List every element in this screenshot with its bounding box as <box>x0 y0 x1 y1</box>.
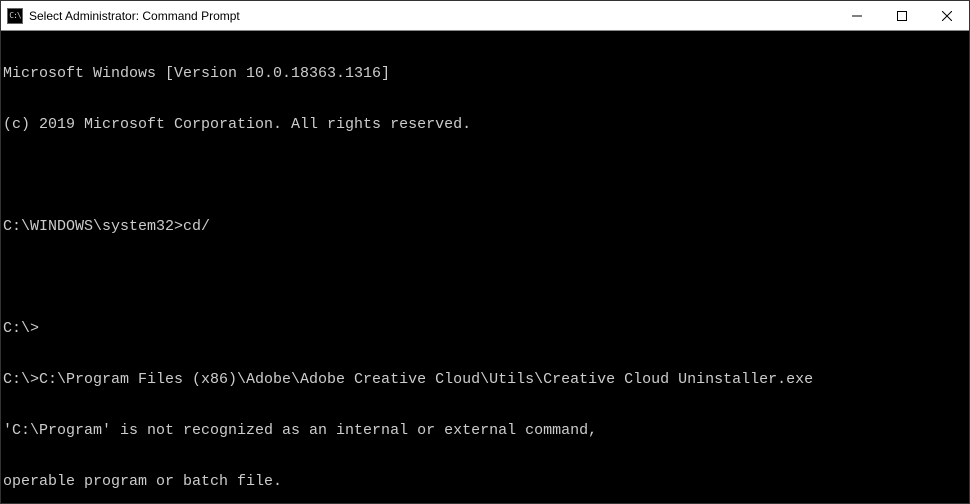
minimize-icon <box>852 11 862 21</box>
console-line: operable program or batch file. <box>3 473 967 490</box>
close-icon <box>942 11 952 21</box>
window-controls <box>834 1 969 30</box>
console-line: 'C:\Program' is not recognized as an int… <box>3 422 967 439</box>
maximize-button[interactable] <box>879 1 924 30</box>
cmd-icon: C:\ <box>7 8 23 24</box>
minimize-button[interactable] <box>834 1 879 30</box>
console-line: Microsoft Windows [Version 10.0.18363.13… <box>3 65 967 82</box>
close-button[interactable] <box>924 1 969 30</box>
console-line: C:\>C:\Program Files (x86)\Adobe\Adobe C… <box>3 371 967 388</box>
console-line: C:\WINDOWS\system32>cd/ <box>3 218 967 235</box>
console-line: (c) 2019 Microsoft Corporation. All righ… <box>3 116 967 133</box>
console-line <box>3 167 967 184</box>
maximize-icon <box>897 11 907 21</box>
titlebar[interactable]: C:\ Select Administrator: Command Prompt <box>1 1 969 31</box>
command-prompt-window: C:\ Select Administrator: Command Prompt… <box>0 0 970 504</box>
console-line <box>3 269 967 286</box>
window-title: Select Administrator: Command Prompt <box>29 9 834 23</box>
console-area[interactable]: Microsoft Windows [Version 10.0.18363.13… <box>1 31 969 503</box>
console-line: C:\> <box>3 320 967 337</box>
